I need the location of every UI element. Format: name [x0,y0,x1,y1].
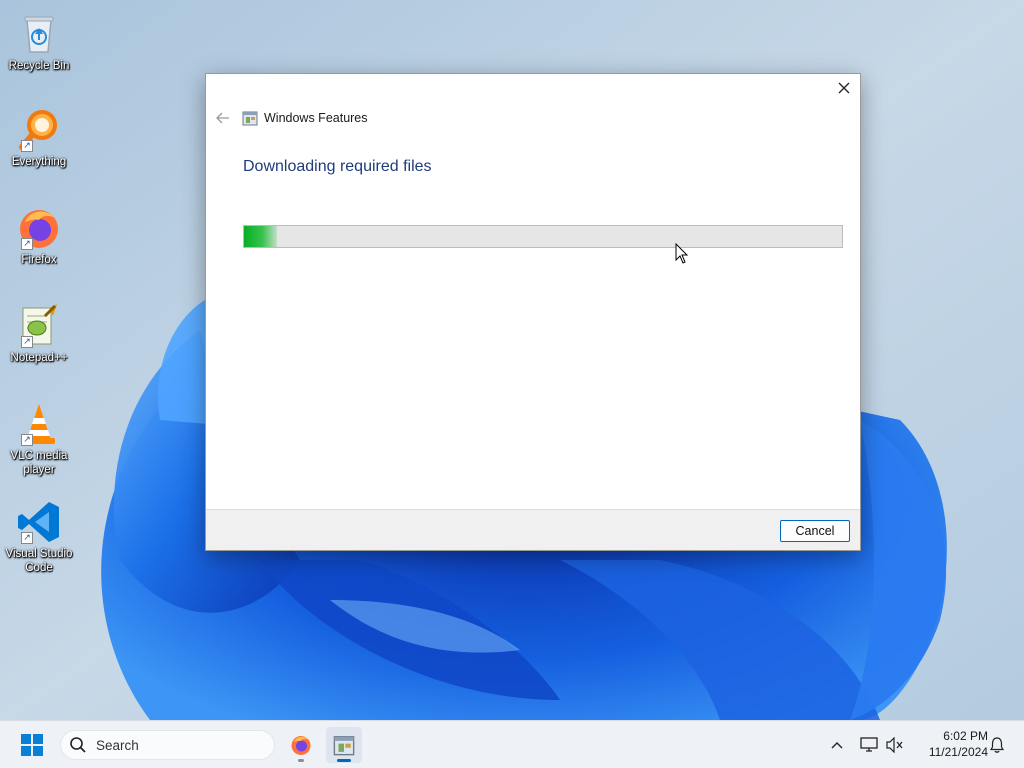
windows-features-dialog: Windows Features Downloading required fi… [205,73,861,551]
cancel-button[interactable]: Cancel [780,520,850,542]
show-hidden-icons-button[interactable] [826,735,848,755]
dialog-heading: Downloading required files [243,158,432,175]
desktop-icon-label: Visual Studio Code [5,548,73,574]
vscode-icon: ↗ [15,498,63,546]
running-indicator [298,759,304,762]
firefox-icon [291,736,311,755]
desktop-icon-everything[interactable]: ↗ Everything [4,106,74,169]
dialog-app-title: Windows Features [264,111,368,125]
close-button[interactable] [828,74,860,102]
desktop-icon-recycle-bin[interactable]: Recycle Bin [4,10,74,73]
desktop-icon-firefox[interactable]: ↗ Firefox [4,204,74,267]
firefox-icon: ↗ [15,204,63,252]
everything-search-icon: ↗ [15,106,63,154]
speaker-muted-icon [886,737,903,753]
recycle-bin-icon [15,10,63,58]
taskbar-clock[interactable]: 6:02 PM 11/21/2024 [912,728,988,760]
dialog-header: Windows Features [214,108,368,128]
desktop-icon-label: Everything [11,156,67,168]
clock-time: 6:02 PM [943,729,988,743]
notifications-button[interactable] [986,734,1008,756]
shortcut-arrow-icon: ↗ [21,434,33,446]
desktop-icon-vlc[interactable]: ↗ VLC media player [4,400,74,477]
close-icon [838,82,850,94]
network-status-button[interactable] [858,733,880,757]
dialog-footer: Cancel [206,509,860,550]
shortcut-arrow-icon: ↗ [21,336,33,348]
search-icon [70,737,86,753]
desktop-icon-label: Firefox [21,254,57,266]
desktop-icon-label: VLC media player [10,450,68,476]
desktop-icon-label: Notepad++ [10,352,68,364]
vlc-cone-icon: ↗ [15,400,63,448]
back-button[interactable] [214,109,232,127]
windows-features-icon [333,736,355,756]
desktop-icon-notepad-plus-plus[interactable]: ↗ Notepad++ [4,302,74,365]
mouse-pointer-icon [675,243,689,264]
desktop-icon-label: Recycle Bin [8,60,70,72]
chevron-up-icon [831,742,843,749]
back-arrow-icon [216,112,229,124]
network-monitor-icon [860,737,878,752]
download-progress-bar [243,225,843,248]
taskbar: Search 6:02 PM 11/21/2024 [0,720,1024,768]
volume-button[interactable] [884,733,906,757]
shortcut-arrow-icon: ↗ [21,140,33,152]
start-button[interactable] [14,731,50,759]
bell-icon [990,737,1004,753]
active-indicator [337,759,351,762]
progress-fill [244,226,277,247]
shortcut-arrow-icon: ↗ [21,238,33,250]
taskbar-app-firefox[interactable] [283,727,319,763]
shortcut-arrow-icon: ↗ [21,532,33,544]
search-placeholder: Search [96,737,139,753]
taskbar-search-box[interactable]: Search [60,730,275,760]
taskbar-app-windows-features[interactable] [326,727,362,763]
windows-features-icon [242,111,258,126]
notepad-plus-plus-icon: ↗ [15,302,63,350]
clock-date: 11/21/2024 [928,745,988,759]
windows-logo-icon [21,734,43,756]
desktop-icon-vscode[interactable]: ↗ Visual Studio Code [4,498,74,575]
